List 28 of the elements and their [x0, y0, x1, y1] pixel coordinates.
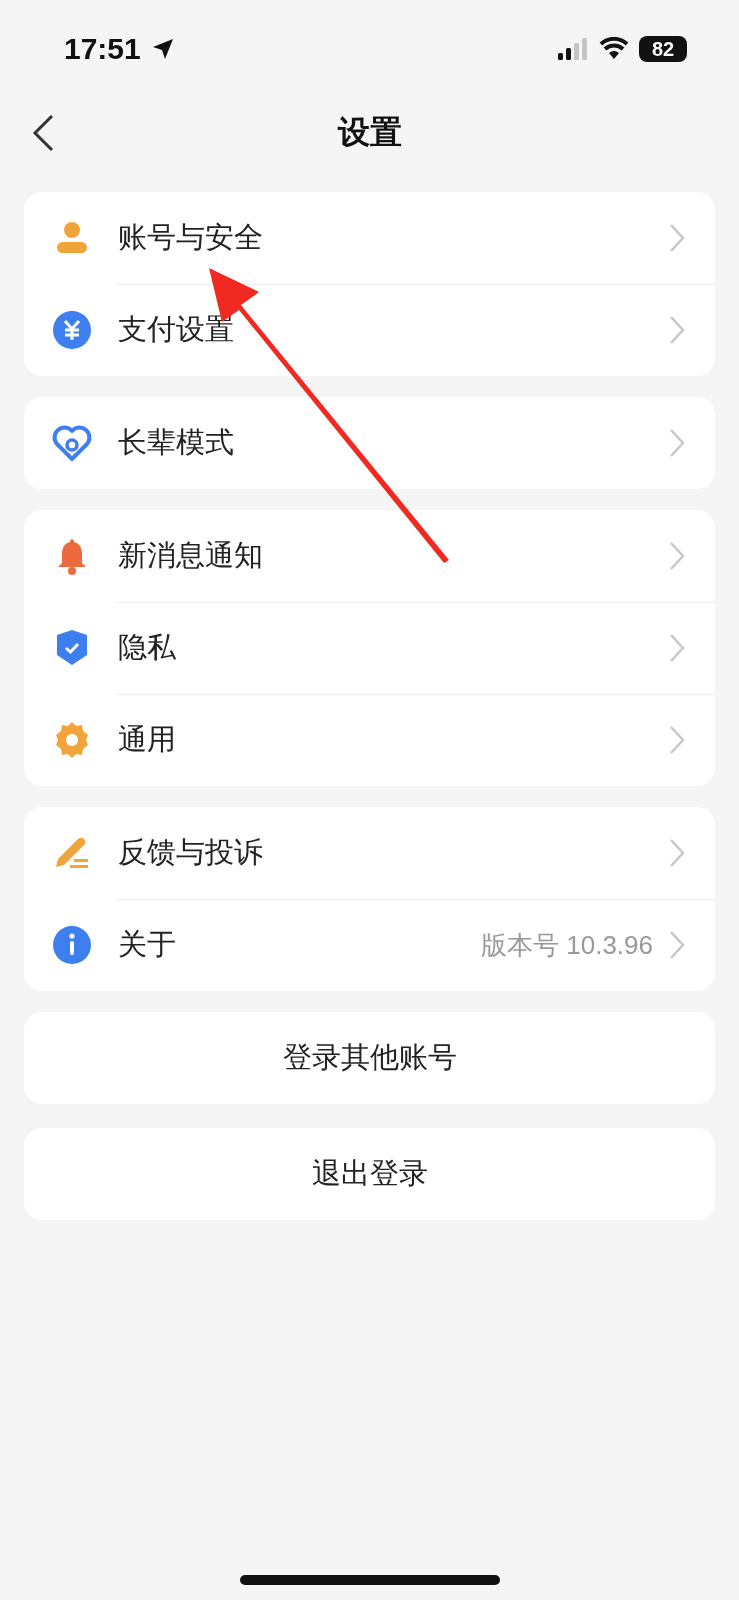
- settings-row[interactable]: 隐私: [24, 602, 715, 694]
- chevron-right-icon: [669, 633, 685, 663]
- settings-row[interactable]: 长辈模式: [24, 397, 715, 489]
- wifi-icon: [599, 37, 629, 61]
- chevron-right-icon: [669, 428, 685, 458]
- page-title: 设置: [337, 113, 402, 152]
- chevron-right-icon: [669, 315, 685, 345]
- back-icon[interactable]: [30, 113, 56, 153]
- settings-row[interactable]: 账号与安全: [24, 192, 715, 284]
- battery-icon: 82: [639, 36, 687, 62]
- chevron-right-icon: [669, 223, 685, 253]
- info-icon: [52, 925, 92, 965]
- heart-icon: [52, 423, 92, 463]
- chevron-right-icon: [669, 838, 685, 868]
- settings-row[interactable]: 新消息通知: [24, 510, 715, 602]
- clock-time: 17:51: [64, 32, 141, 66]
- action-button[interactable]: 登录其他账号: [24, 1012, 715, 1104]
- chevron-right-icon: [669, 725, 685, 755]
- version-text: 版本号 10.3.96: [481, 928, 653, 962]
- action-button[interactable]: 退出登录: [24, 1128, 715, 1220]
- chevron-right-icon: [669, 930, 685, 960]
- settings-row[interactable]: 支付设置: [24, 284, 715, 376]
- chevron-right-icon: [669, 541, 685, 571]
- signal-icon: [557, 37, 589, 61]
- yuan-coin-icon: [52, 310, 92, 350]
- settings-row[interactable]: 关于 版本号 10.3.96: [24, 899, 715, 991]
- settings-row[interactable]: 通用: [24, 694, 715, 786]
- settings-row[interactable]: 反馈与投诉: [24, 807, 715, 899]
